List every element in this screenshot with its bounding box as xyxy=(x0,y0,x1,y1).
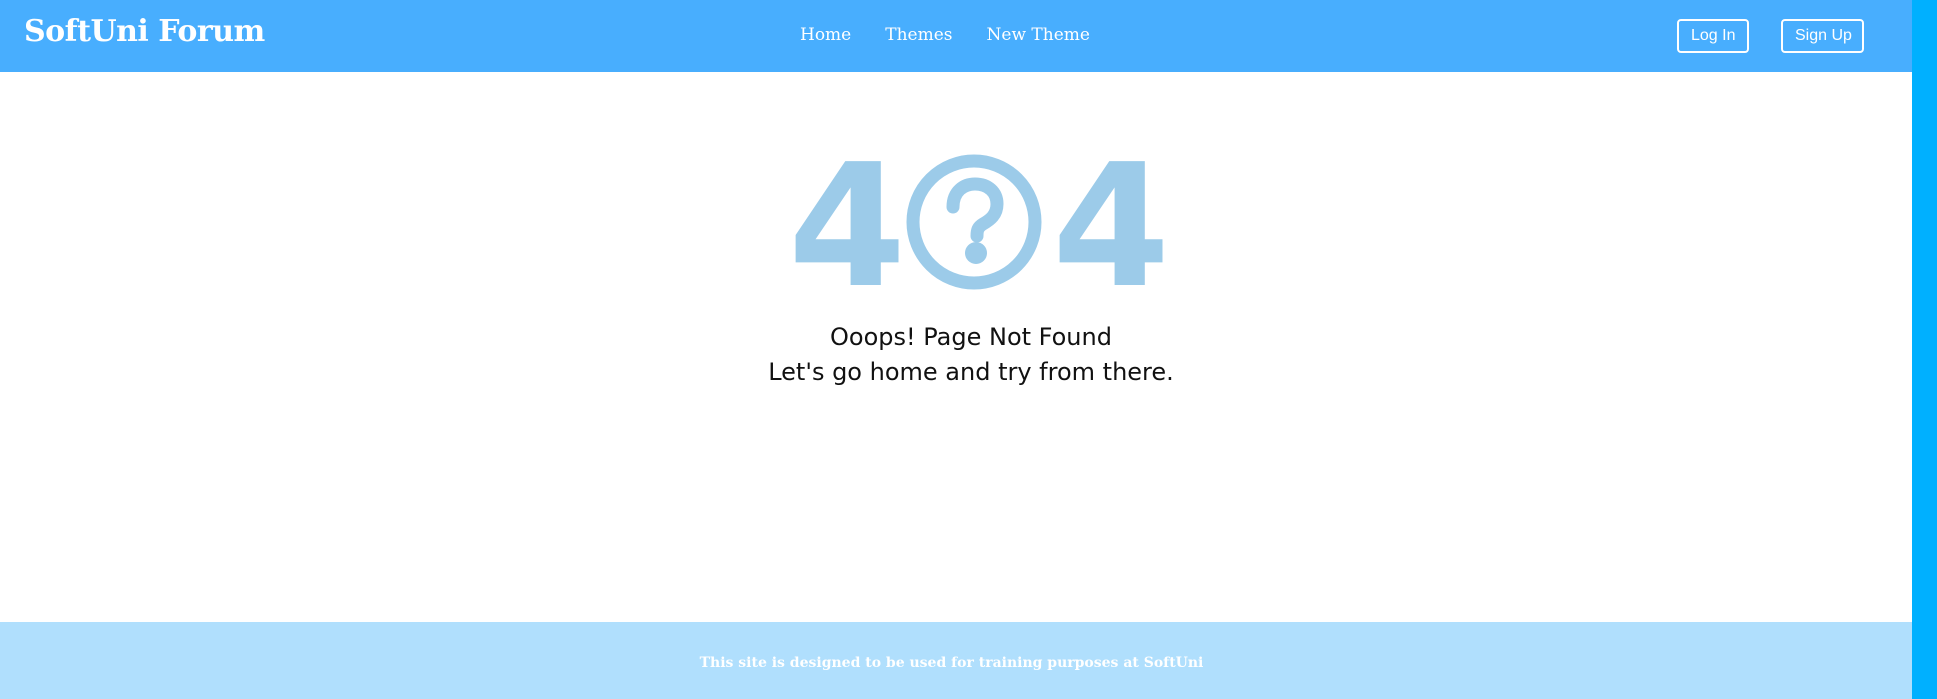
error-message: Let's go home and try from there. xyxy=(768,358,1174,386)
error-title: Ooops! Page Not Found xyxy=(830,323,1112,351)
brand-link[interactable]: SoftUni Forum xyxy=(24,12,265,52)
signup-button[interactable]: Sign Up xyxy=(1781,19,1864,53)
page-footer: This site is designed to be used for tra… xyxy=(0,622,1912,699)
nav-home-link[interactable]: Home xyxy=(800,22,851,48)
page: SoftUni Forum Home Themes New Theme Log … xyxy=(0,0,1937,699)
error-digit-right: 4 xyxy=(1052,128,1171,326)
error-404-graphic: 4 4 xyxy=(788,128,1170,326)
nav-themes-link[interactable]: Themes xyxy=(885,22,952,48)
error-digit-left: 4 xyxy=(788,128,907,326)
nav-new-theme-link[interactable]: New Theme xyxy=(987,22,1090,48)
top-navbar: SoftUni Forum Home Themes New Theme Log … xyxy=(0,0,1912,72)
content-area: SoftUni Forum Home Themes New Theme Log … xyxy=(0,0,1912,699)
login-button[interactable]: Log In xyxy=(1677,19,1749,53)
footer-text: This site is designed to be used for tra… xyxy=(699,655,1204,671)
right-edge-strip xyxy=(1912,0,1937,699)
main-navigation: Home Themes New Theme xyxy=(800,22,1090,48)
question-circle-icon xyxy=(906,154,1042,290)
